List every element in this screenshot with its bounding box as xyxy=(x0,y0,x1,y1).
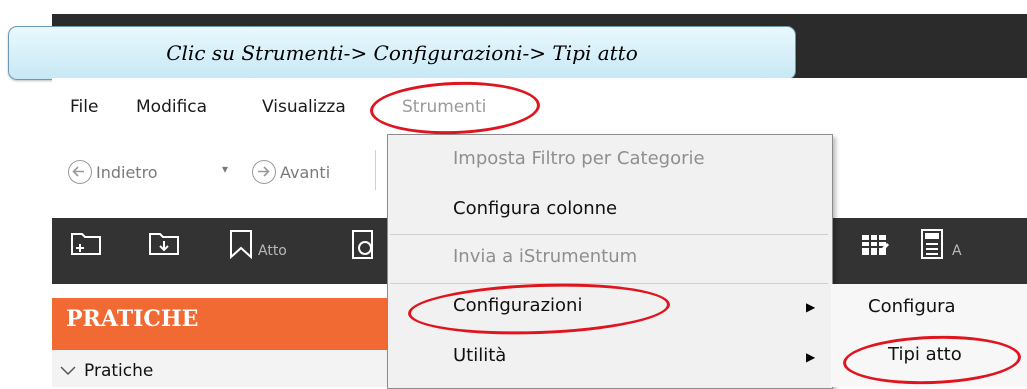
back-history-chevron-icon[interactable]: ▾ xyxy=(222,162,228,176)
submenu-item-configura[interactable]: Configura xyxy=(868,296,956,317)
menu-item-invia-istrumentum[interactable]: Invia a iStrumentum xyxy=(453,246,637,267)
menu-file[interactable]: File xyxy=(70,97,98,117)
calculator-icon[interactable] xyxy=(920,228,946,266)
nav-divider xyxy=(375,150,376,190)
menu-separator xyxy=(390,234,828,235)
pratiche-panel-title: PRATICHE xyxy=(66,306,199,332)
instruction-text: Clic su Strumenti-> Configurazioni-> Tip… xyxy=(166,41,638,65)
menu-visualizza[interactable]: Visualizza xyxy=(262,97,346,117)
chevron-down-icon[interactable] xyxy=(60,362,76,381)
menu-item-utilita[interactable]: Utilità xyxy=(453,345,506,366)
import-folder-icon[interactable] xyxy=(148,230,182,264)
submenu-arrow-icon: ▶ xyxy=(806,300,816,314)
toolbar-truncated-label[interactable]: A xyxy=(952,243,962,259)
table-edit-icon[interactable] xyxy=(860,232,892,264)
instruction-callout: Clic su Strumenti-> Configurazioni-> Tip… xyxy=(8,26,796,80)
submenu-arrow-icon: ▶ xyxy=(806,350,816,364)
back-arrow-icon[interactable] xyxy=(68,160,92,184)
menu-item-imposta-filtro[interactable]: Imposta Filtro per Categorie xyxy=(453,148,705,169)
pratiche-tree-item[interactable]: Pratiche xyxy=(84,361,153,381)
menu-separator xyxy=(390,283,828,284)
menu-item-configura-colonne[interactable]: Configura colonne xyxy=(453,198,617,219)
search-document-icon[interactable] xyxy=(350,228,390,266)
new-folder-icon[interactable] xyxy=(70,230,104,264)
menu-modifica[interactable]: Modifica xyxy=(136,97,207,117)
forward-arrow-icon[interactable] xyxy=(252,160,276,184)
forward-button[interactable]: Avanti xyxy=(280,163,330,182)
atto-button[interactable]: Atto xyxy=(258,243,287,259)
atto-bookmark-icon[interactable] xyxy=(228,228,254,264)
back-button[interactable]: Indietro xyxy=(96,163,158,182)
